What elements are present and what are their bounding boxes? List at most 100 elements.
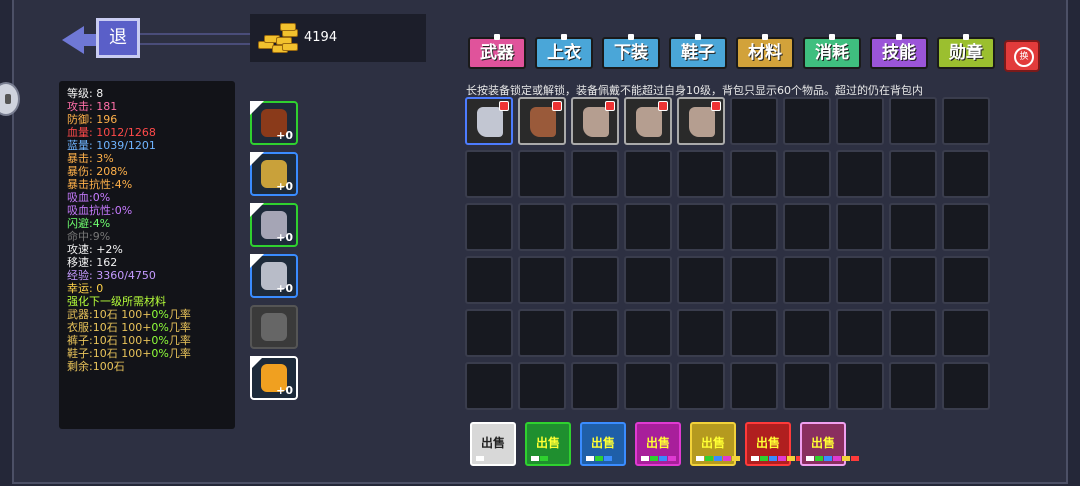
back-button[interactable]: 退 <box>62 14 142 66</box>
inventory-slot[interactable] <box>624 97 672 145</box>
inventory-slot[interactable] <box>783 309 831 357</box>
inventory-slot[interactable] <box>942 256 990 304</box>
inventory-slot[interactable] <box>783 362 831 410</box>
rarity-dots <box>531 456 548 461</box>
inventory-slot[interactable] <box>465 256 513 304</box>
inventory-slot[interactable] <box>518 203 566 251</box>
inventory-hint: 长按装备锁定或解锁，装备佩戴不能超过自身10级，背包只显示60个物品。超过的仍在… <box>466 84 923 97</box>
inventory-slot[interactable] <box>942 309 990 357</box>
equip-slot-armor[interactable]: +0 <box>250 152 298 196</box>
equip-slot-pet[interactable] <box>250 305 298 349</box>
tab-category[interactable]: 勋章 <box>937 34 995 69</box>
equip-slot-pants[interactable]: +0 <box>250 203 298 247</box>
sell-button[interactable]: 出售 <box>635 422 681 466</box>
inventory-slot[interactable] <box>677 97 725 145</box>
stat-line: 吸血抗性:0% <box>67 204 133 217</box>
sell-button[interactable]: 出售 <box>580 422 626 466</box>
back-arrow-icon <box>62 26 84 54</box>
inventory-slot[interactable] <box>836 203 884 251</box>
inventory-slot[interactable] <box>730 203 778 251</box>
inventory-slot[interactable] <box>889 362 937 410</box>
inventory-slot[interactable] <box>465 150 513 198</box>
inventory-slot[interactable] <box>624 362 672 410</box>
sell-button[interactable]: 出售 <box>470 422 516 466</box>
inventory-slot[interactable] <box>783 203 831 251</box>
tab-category[interactable]: 技能 <box>870 34 928 69</box>
stat-line: 吸血:0% <box>67 191 111 204</box>
gold-coins-icon <box>258 23 298 53</box>
inventory-slot[interactable] <box>571 309 619 357</box>
inventory-slot[interactable] <box>889 203 937 251</box>
inventory-slot[interactable] <box>571 362 619 410</box>
inventory-slot[interactable] <box>677 203 725 251</box>
sell-button[interactable]: 出售 <box>745 422 804 466</box>
equip-slot-shoes[interactable]: +0 <box>250 254 298 298</box>
inventory-slot[interactable] <box>624 256 672 304</box>
rarity-dots <box>641 456 676 461</box>
inventory-slot[interactable] <box>571 97 619 145</box>
inventory-slot[interactable] <box>730 97 778 145</box>
inventory-slot[interactable] <box>889 97 937 145</box>
sell-button[interactable]: 出售 <box>690 422 740 466</box>
inventory-slot[interactable] <box>624 150 672 198</box>
inventory-slot[interactable] <box>571 203 619 251</box>
inventory-slot[interactable] <box>836 309 884 357</box>
inventory-slot[interactable] <box>730 309 778 357</box>
inventory-slot[interactable] <box>518 256 566 304</box>
enhance-level: +0 <box>276 384 293 397</box>
inventory-slot[interactable] <box>836 256 884 304</box>
tab-category[interactable]: 鞋子 <box>669 34 727 69</box>
tab-category[interactable]: 上衣 <box>535 34 593 69</box>
inventory-slot[interactable] <box>518 97 566 145</box>
tab-category[interactable]: 下装 <box>602 34 660 69</box>
inventory-slot[interactable] <box>942 97 990 145</box>
inventory-slot[interactable] <box>836 362 884 410</box>
swap-button[interactable]: 换 <box>1004 40 1040 72</box>
inventory-slot[interactable] <box>942 150 990 198</box>
inventory-slot[interactable] <box>677 150 725 198</box>
inventory-slot[interactable] <box>677 256 725 304</box>
inventory-slot[interactable] <box>624 309 672 357</box>
stat-line: 防御: 196 <box>67 113 118 126</box>
inventory-slot[interactable] <box>942 362 990 410</box>
inventory-slot[interactable] <box>730 256 778 304</box>
stat-line: 闪避:4% <box>67 217 111 230</box>
equip-slot-weapon[interactable]: +0 <box>250 101 298 145</box>
inventory-slot[interactable] <box>571 256 619 304</box>
lock-icon <box>711 101 721 111</box>
inventory-slot[interactable] <box>465 362 513 410</box>
inventory-slot[interactable] <box>677 309 725 357</box>
inventory-slot[interactable] <box>571 150 619 198</box>
lock-icon <box>499 101 509 111</box>
inventory-slot[interactable] <box>518 150 566 198</box>
inventory-slot[interactable] <box>783 150 831 198</box>
item-icon <box>636 107 662 137</box>
item-icon <box>689 107 715 137</box>
inventory-slot[interactable] <box>889 309 937 357</box>
inventory-slot[interactable] <box>836 150 884 198</box>
sell-button[interactable]: 出售 <box>800 422 859 466</box>
sell-button[interactable]: 出售 <box>525 422 571 466</box>
tab-category[interactable]: 武器 <box>468 34 526 69</box>
inventory-slot[interactable] <box>518 362 566 410</box>
inventory-slot[interactable] <box>465 203 513 251</box>
equip-slot-skill[interactable]: +0 <box>250 356 298 400</box>
inventory-slot[interactable] <box>465 97 513 145</box>
inventory-slot[interactable] <box>677 362 725 410</box>
inventory-slot[interactable] <box>942 203 990 251</box>
inventory-slot[interactable] <box>889 150 937 198</box>
inventory-slot[interactable] <box>465 309 513 357</box>
inventory-slot[interactable] <box>783 256 831 304</box>
inventory-slot[interactable] <box>730 150 778 198</box>
inventory-slot[interactable] <box>836 97 884 145</box>
rarity-dots <box>586 456 612 461</box>
character-stats: 等级: 8 攻击: 181 防御: 196 血量: 1012/1268 蓝量: 1039… <box>59 81 235 429</box>
tab-category[interactable]: 材料 <box>736 34 794 69</box>
inventory-slot[interactable] <box>783 97 831 145</box>
inventory-slot[interactable] <box>518 309 566 357</box>
inventory-slot[interactable] <box>624 203 672 251</box>
tab-category[interactable]: 消耗 <box>803 34 861 69</box>
inventory-slot[interactable] <box>730 362 778 410</box>
gem-icon <box>762 34 768 40</box>
inventory-slot[interactable] <box>889 256 937 304</box>
